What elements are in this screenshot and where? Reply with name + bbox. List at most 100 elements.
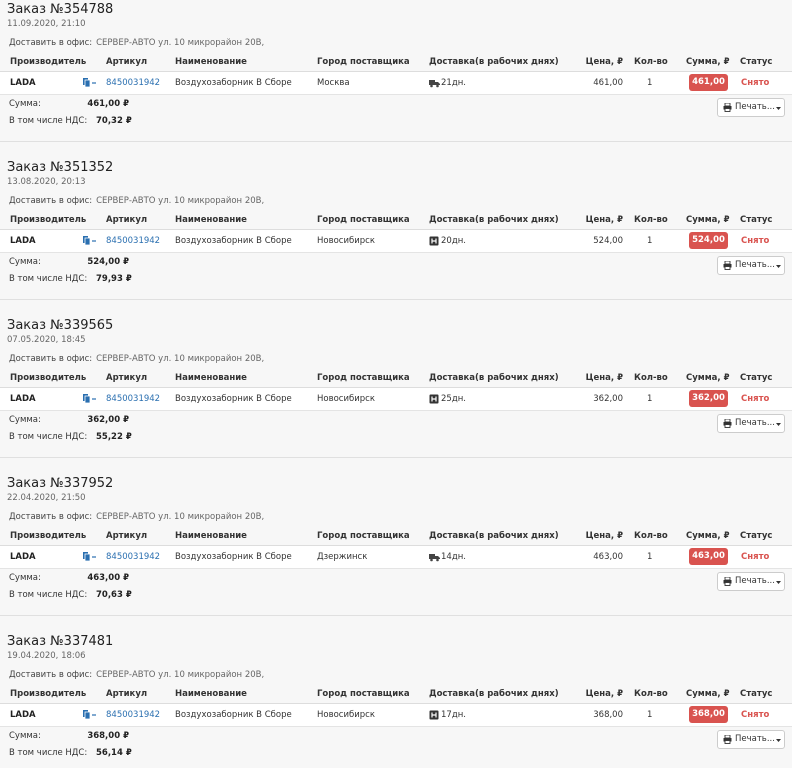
article-link[interactable]: 8450031942 [106,78,160,88]
qty-cell: 1 [647,710,653,720]
col-manufacturer: Производитель [10,531,87,541]
caret-down-icon [776,423,781,426]
office-address: СЕРВЕР-АВТО ул. 10 микрорайон 20В, [96,354,265,364]
col-article: Артикул [106,531,148,541]
col-status: Статус [740,373,773,383]
print-button[interactable]: Печать... [717,414,785,433]
warehouse-icon [429,710,439,720]
table-row: LADA 8450031942 Воздухозаборник В Сборе … [0,704,792,727]
col-sum: Сумма, ₽ [686,215,730,225]
item-name: Воздухозаборник В Сборе [175,394,292,404]
warehouse-icon [429,394,439,404]
office-address: СЕРВЕР-АВТО ул. 10 микрорайон 20В, [96,512,265,522]
col-sum: Сумма, ₽ [686,57,730,67]
manufacturer-cell: LADA [10,710,36,720]
status-cell: Снято [741,710,770,720]
col-status: Статус [740,689,773,699]
supplier-city: Дзержинск [317,552,368,562]
divider [0,141,792,142]
status-cell: Снято [741,236,770,246]
copy-dropdown-icon[interactable] [82,710,96,720]
price-cell: 463,00 [593,552,623,562]
col-price: Цена, ₽ [585,373,623,383]
deliver-to-office: Доставить в офис: СЕРВЕР-АВТО ул. 10 микр… [9,196,264,206]
qty-cell: 1 [647,394,653,404]
col-supplier-city: Город поставщика [317,57,410,67]
deliver-label: Доставить в офис: [9,196,93,206]
order-date: 22.04.2020, 21:50 [7,493,86,503]
sum-badge: 524,00 [689,232,728,249]
vat-value: 70,63 ₽ [96,590,132,600]
article-link[interactable]: 8450031942 [106,394,160,404]
sum-label: Сумма: [9,99,41,109]
sum-badge: 461,00 [689,74,728,91]
item-name: Воздухозаборник В Сборе [175,78,292,88]
delivery-days: 14дн. [441,552,466,562]
col-supplier-city: Город поставщика [317,689,410,699]
col-price: Цена, ₽ [585,215,623,225]
order-block: Заказ №337952 22.04.2020, 21:50 Доставит… [0,474,792,632]
sum-badge: 362,00 [689,390,728,407]
deliver-to-office: Доставить в офис: СЕРВЕР-АВТО ул. 10 микр… [9,354,264,364]
print-label: Печать... [735,260,775,270]
sum-value: 368,00 ₽ [87,731,129,741]
delivery-days: 21дн. [441,78,466,88]
article-link[interactable]: 8450031942 [106,552,160,562]
price-cell: 524,00 [593,236,623,246]
print-button[interactable]: Печать... [717,256,785,275]
print-button[interactable]: Печать... [717,572,785,591]
caret-down-icon [776,107,781,110]
order-title: Заказ №337952 [7,476,114,491]
sum-badge: 463,00 [689,548,728,565]
qty-cell: 1 [647,236,653,246]
article-link[interactable]: 8450031942 [106,236,160,246]
vat-label: В том числе НДС: [9,748,88,758]
copy-dropdown-icon[interactable] [82,552,96,562]
table-header: Производитель Артикул Наименование Город… [0,527,792,546]
order-date: 07.05.2020, 18:45 [7,335,86,345]
copy-dropdown-icon[interactable] [82,236,96,246]
office-address: СЕРВЕР-АВТО ул. 10 микрорайон 20В, [96,38,265,48]
printer-icon [723,577,732,586]
col-supplier-city: Город поставщика [317,373,410,383]
copy-dropdown-icon[interactable] [82,78,96,88]
col-name: Наименование [175,689,247,699]
col-name: Наименование [175,531,247,541]
divider [0,615,792,616]
col-article: Артикул [106,57,148,67]
table-header: Производитель Артикул Наименование Город… [0,369,792,388]
vat-value: 79,93 ₽ [96,274,132,284]
order-block: Заказ №354788 11.09.2020, 21:10 Доставит… [0,0,792,158]
article-link[interactable]: 8450031942 [106,710,160,720]
print-label: Печать... [735,102,775,112]
order-title: Заказ №351352 [7,160,114,175]
table-header: Производитель Артикул Наименование Город… [0,211,792,230]
print-label: Печать... [735,734,775,744]
table-row: LADA 8450031942 Воздухозаборник В Сборе … [0,388,792,411]
col-sum: Сумма, ₽ [686,531,730,541]
col-qty: Кол-во [634,57,668,67]
printer-icon [723,103,732,112]
col-delivery: Доставка(в рабочих днях) [429,531,559,541]
price-cell: 362,00 [593,394,623,404]
print-button[interactable]: Печать... [717,730,785,749]
vat-label: В том числе НДС: [9,274,88,284]
manufacturer-cell: LADA [10,552,36,562]
print-button[interactable]: Печать... [717,98,785,117]
vat-label: В том числе НДС: [9,590,88,600]
col-status: Статус [740,57,773,67]
status-cell: Снято [741,78,770,88]
divider [0,457,792,458]
vat-label: В том числе НДС: [9,116,88,126]
printer-icon [723,419,732,428]
deliver-label: Доставить в офис: [9,670,93,680]
truck-icon [429,80,440,88]
order-date: 11.09.2020, 21:10 [7,19,86,29]
order-date: 13.08.2020, 20:13 [7,177,86,187]
col-sum: Сумма, ₽ [686,373,730,383]
table-row: LADA 8450031942 Воздухозаборник В Сборе … [0,72,792,95]
copy-dropdown-icon[interactable] [82,394,96,404]
table-header: Производитель Артикул Наименование Город… [0,53,792,72]
order-block: Заказ №339565 07.05.2020, 18:45 Доставит… [0,316,792,474]
divider [0,299,792,300]
